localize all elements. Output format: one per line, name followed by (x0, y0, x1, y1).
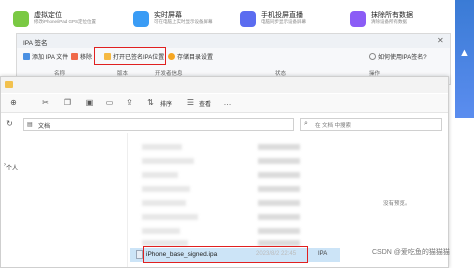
new-icon[interactable]: ⊕ (9, 98, 18, 107)
feature-virtual-location[interactable]: 虚拟定位 修改iPhone/iPad GPS定位位置 (13, 9, 103, 31)
feature-cast-live[interactable]: 手机投屏直播 电脑同步显示设备屏幕 (240, 9, 330, 31)
rename-icon[interactable]: ▭ (105, 98, 114, 107)
gear-icon (168, 53, 175, 60)
close-icon[interactable]: ✕ (437, 36, 444, 45)
search-icon: ⌕ (304, 120, 308, 127)
file-row-blurred (142, 144, 182, 150)
file-date-blurred (258, 158, 300, 164)
more-icon[interactable]: … (223, 98, 232, 107)
feature-live-screen[interactable]: 实时屏幕 可在电脑上实时显示设备屏幕 (133, 9, 223, 31)
feature-desc: 电脑同步显示设备屏幕 (261, 19, 306, 24)
file-date-blurred (258, 200, 300, 206)
help-icon (369, 53, 376, 60)
document-icon: ▤ (27, 122, 33, 128)
copy-icon[interactable]: ❐ (63, 98, 72, 107)
feature-bar: 虚拟定位 修改iPhone/iPad GPS定位位置 实时屏幕 可在电脑上实时显… (0, 0, 474, 36)
search-box[interactable]: ⌕ 在 文档 中搜索 (300, 118, 442, 131)
file-date-blurred (258, 144, 300, 150)
erase-icon (350, 11, 366, 27)
sort-button[interactable]: 排序 (160, 99, 172, 108)
remove-button[interactable]: 移除 (71, 52, 92, 61)
file-row-blurred (142, 214, 198, 220)
sort-icon: ⇅ (147, 98, 154, 107)
navigation-pane (1, 133, 128, 267)
ipa-toolbar: 添加 IPA 文件 移除 打开已签名IPA位置 存储目录设置 如何使用IPA签名… (17, 50, 450, 64)
nav-item-personal[interactable]: 个人 (6, 163, 18, 172)
view-icon: ☰ (186, 98, 195, 107)
feature-desc: 清除设备所有数据 (371, 19, 407, 24)
address-bar-row: ↻ ▤ 文档 ⌕ 在 文档 中搜索 (1, 117, 448, 131)
ipa-window-title: IPA 签名 (23, 40, 48, 47)
highlight-box (94, 47, 166, 65)
share-icon[interactable]: ⇪ (125, 98, 134, 107)
explorer-titlebar (1, 77, 448, 93)
feature-desc: 可在电脑上实时显示设备屏幕 (154, 19, 213, 24)
watermark: CSDN @爱吃鱼的猫猫猫 (372, 249, 450, 256)
storage-dir-settings-button[interactable]: 存储目录设置 (168, 52, 213, 61)
file-row-blurred (142, 158, 194, 164)
add-file-icon (23, 53, 30, 60)
search-placeholder: 在 文档 中搜索 (315, 123, 352, 129)
file-date-blurred (258, 214, 300, 220)
file-date-blurred (258, 172, 300, 178)
explorer-toolbar: ⊕ ✂ ❐ ▣ ▭ ⇪ ⇅ 排序 ☰ 查看 … (1, 94, 448, 113)
file-row-blurred (142, 228, 180, 234)
file-date-blurred (258, 186, 300, 192)
file-row-blurred (142, 186, 190, 192)
file-type: IPA (318, 251, 328, 257)
ipa-titlebar: IPA 签名 ✕ (17, 34, 450, 48)
address-path: 文档 (38, 124, 51, 130)
file-row-blurred (142, 172, 178, 178)
cut-icon[interactable]: ✂ (41, 98, 50, 107)
brand-icon: ▲ (459, 47, 470, 59)
add-ipa-button[interactable]: 添加 IPA 文件 (23, 52, 68, 61)
screen-icon (133, 11, 149, 27)
help-link[interactable]: 如何使用IPA签名? (369, 52, 427, 61)
feature-erase-data[interactable]: 抹除所有数据 清除设备所有数据 (350, 9, 440, 31)
feature-desc: 修改iPhone/iPad GPS定位位置 (34, 19, 97, 24)
remove-icon (71, 53, 78, 60)
view-button[interactable]: 查看 (199, 99, 211, 108)
back-icon[interactable]: ↻ (5, 119, 14, 128)
cast-icon (240, 11, 256, 27)
highlight-box (143, 246, 308, 263)
address-bar[interactable]: ▤ 文档 (23, 118, 294, 131)
paste-icon[interactable]: ▣ (85, 98, 94, 107)
file-date-blurred (258, 228, 300, 234)
location-icon (13, 11, 29, 27)
folder-icon (5, 81, 13, 88)
file-row-blurred (142, 200, 186, 206)
preview-message: 没有预览。 (383, 201, 411, 207)
file-icon (136, 250, 143, 259)
